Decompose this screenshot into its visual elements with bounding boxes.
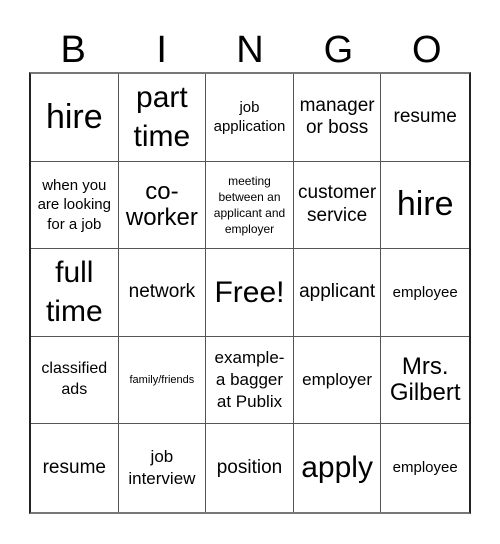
bingo-cell-free-space[interactable]: Free!	[206, 249, 294, 337]
bingo-cell[interactable]: resume	[381, 74, 469, 162]
bingo-cell[interactable]: classified ads	[31, 336, 119, 425]
bingo-cell[interactable]: apply	[294, 424, 382, 512]
bingo-cell[interactable]: applicant	[293, 249, 382, 337]
bingo-cell[interactable]: example- a bagger at Publix	[206, 336, 294, 425]
bingo-cell[interactable]: family/friends	[118, 336, 207, 425]
bingo-cell[interactable]: part time	[118, 74, 207, 162]
header-letter-g: G	[323, 29, 354, 71]
bingo-card-grid: hire part time job application manager o…	[29, 72, 471, 514]
bingo-cell[interactable]: job application	[206, 74, 294, 162]
bingo-cell[interactable]: customer service	[293, 161, 382, 250]
header-letter-n: N	[236, 29, 264, 71]
bingo-cell[interactable]: job interview	[119, 424, 207, 512]
bingo-cell[interactable]: network	[118, 249, 207, 337]
bingo-cell[interactable]: hire	[31, 74, 119, 162]
header-letter-o: O	[412, 29, 442, 71]
bingo-cell[interactable]: full time	[31, 249, 119, 337]
bingo-cell[interactable]: employer	[293, 336, 382, 425]
bingo-cell[interactable]: meeting between an applicant and employe…	[206, 161, 294, 250]
bingo-cell[interactable]: when you are looking for a job	[31, 161, 119, 250]
bingo-cell[interactable]: employee	[381, 424, 469, 512]
header-letter-b: B	[60, 29, 86, 71]
bingo-cell[interactable]: Mrs. Gilbert	[381, 337, 469, 425]
bingo-cell[interactable]: resume	[31, 424, 119, 512]
bingo-cell[interactable]: manager or boss	[293, 74, 382, 162]
bingo-header: B I N G O	[29, 28, 471, 72]
bingo-cell[interactable]: position	[206, 424, 294, 512]
bingo-cell[interactable]: co-worker	[118, 161, 207, 250]
header-letter-i: I	[156, 29, 167, 71]
bingo-cell[interactable]: hire	[381, 162, 469, 250]
bingo-cell[interactable]: employee	[381, 249, 469, 337]
